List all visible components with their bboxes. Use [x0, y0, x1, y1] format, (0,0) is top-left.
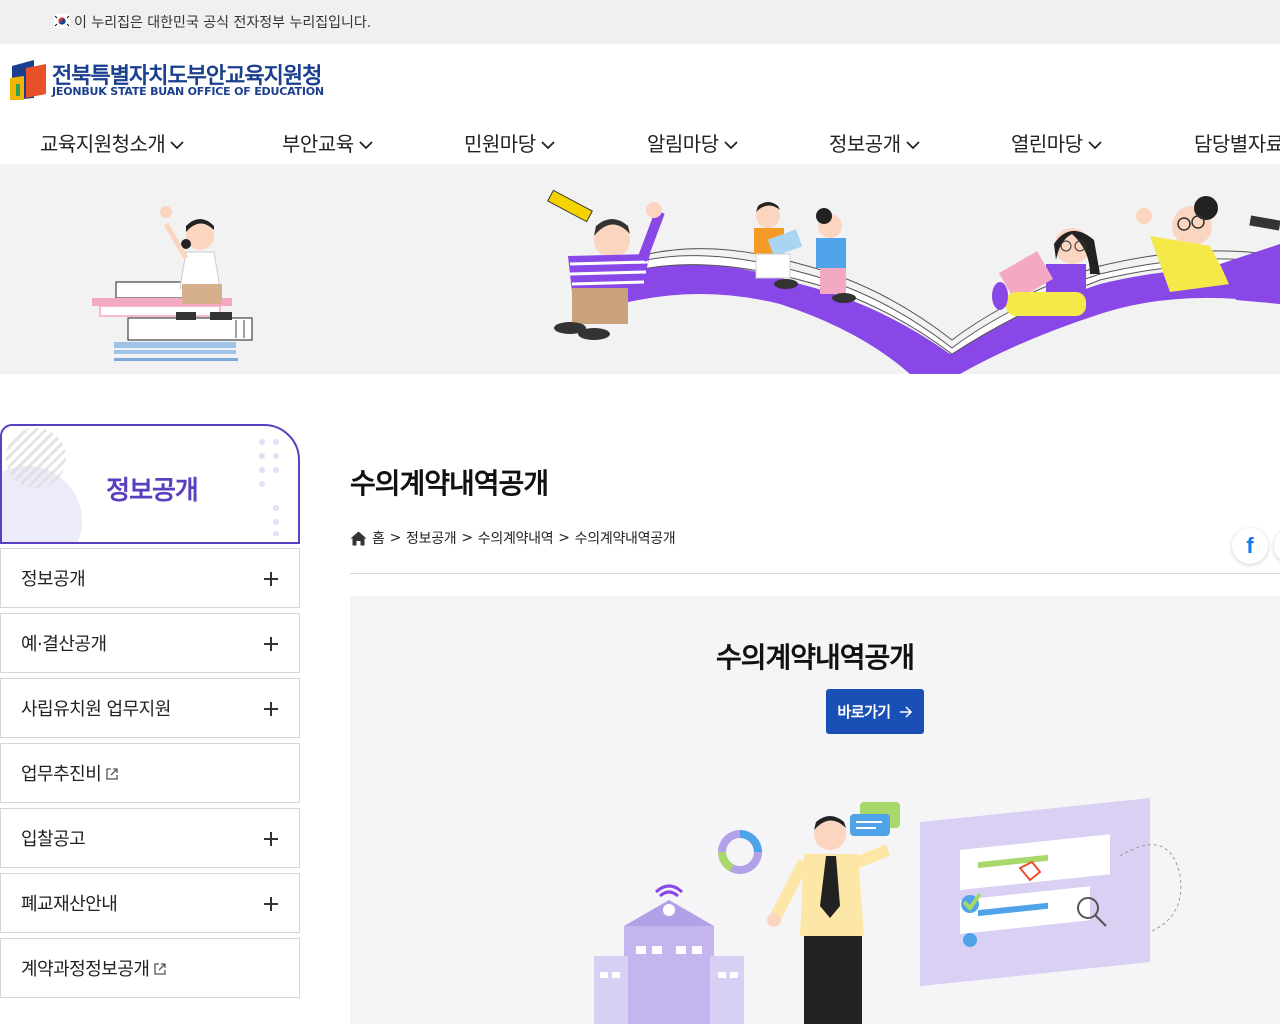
plus-icon	[264, 637, 278, 651]
side-item-business-expenses[interactable]: 업무추진비	[0, 743, 300, 803]
share-button[interactable]	[1274, 528, 1280, 564]
side-item-contract-process-disclosure[interactable]: 계약과정정보공개	[0, 938, 300, 998]
decorative-dots	[259, 439, 279, 536]
go-button-label: 바로가기	[837, 703, 891, 721]
breadcrumb-contract-history[interactable]: 수의계약내역	[478, 528, 554, 548]
side-item-bid-notice[interactable]: 입찰공고	[0, 808, 300, 868]
side-item-information-disclosure[interactable]: 정보공개	[0, 548, 300, 608]
arrow-right-icon	[899, 705, 912, 718]
side-menu-title-box: 정보공개	[0, 424, 300, 544]
side-item-label: 계약과정정보공개	[21, 959, 150, 980]
chevron-down-icon	[1087, 140, 1102, 149]
chevron-down-icon	[723, 140, 738, 149]
site-logo[interactable]: 전북특별자치도부안교육지원청 JEONBUK STATE BUAN OFFICE…	[8, 58, 328, 104]
gnb-item-label: 민원마당	[464, 132, 536, 156]
external-link-icon	[154, 963, 167, 975]
side-item-label: 예·결산공개	[21, 634, 107, 655]
breadcrumb: 홈 > 정보공개 > 수의계약내역 > 수의계약내역공개	[350, 528, 676, 548]
breadcrumb-home[interactable]: 홈	[372, 528, 385, 548]
page-title: 수의계약내역공개	[350, 467, 549, 500]
gnb-item-label: 알림마당	[647, 132, 719, 156]
sub-visual-banner	[0, 164, 1280, 374]
gnb-item-label: 교육지원청소개	[40, 132, 166, 156]
home-icon[interactable]	[350, 531, 367, 546]
main-navigation: 교육지원청소개 부안교육 민원마당 알림마당 정보공개 열린마당 담당별자료	[0, 128, 1280, 162]
content-box: 수의계약내역공개 바로가기	[350, 596, 1280, 1024]
plus-icon	[264, 572, 278, 586]
breadcrumb-information-disclosure[interactable]: 정보공개	[406, 528, 457, 548]
side-item-closed-school-property[interactable]: 폐교재산안내	[0, 873, 300, 933]
side-item-label: 정보공개	[21, 569, 86, 590]
logo-english-name: JEONBUK STATE BUAN OFFICE OF EDUCATION	[52, 85, 324, 98]
plus-icon	[264, 832, 278, 846]
gov-banner-text[interactable]: 이 누리집은 대한민국 공식 전자정부 누리집입니다.	[74, 12, 371, 32]
gnb-item-label: 부안교육	[282, 132, 354, 156]
businessman-illustration	[767, 816, 891, 1024]
side-item-budget-settlement[interactable]: 예·결산공개	[0, 613, 300, 673]
plus-icon	[264, 702, 278, 716]
facebook-icon: f	[1246, 533, 1254, 558]
breadcrumb-separator: >	[461, 530, 473, 546]
side-item-label: 입찰공고	[21, 829, 86, 850]
side-item-private-kindergarten[interactable]: 사립유치원 업무지원	[0, 678, 300, 738]
side-item-label: 폐교재산안내	[21, 894, 118, 915]
korea-flag-icon	[54, 14, 70, 28]
content-box-title: 수의계약내역공개	[715, 641, 915, 674]
students-on-books-illustration	[92, 189, 1280, 374]
donut-chart-illustration	[718, 830, 762, 874]
gnb-item-information-disclosure[interactable]: 정보공개	[829, 128, 921, 157]
gnb-item-open-forum[interactable]: 열린마당	[1011, 128, 1103, 157]
plus-icon	[264, 897, 278, 911]
chat-bubble-icon	[850, 802, 900, 836]
logo-mark-icon	[10, 60, 46, 100]
side-item-label: 업무추진비	[21, 764, 102, 785]
breadcrumb-separator: >	[389, 530, 402, 546]
gov-banner: 이 누리집은 대한민국 공식 전자정부 누리집입니다.	[0, 0, 1280, 44]
gnb-item-notice[interactable]: 알림마당	[647, 128, 739, 157]
school-building-illustration	[594, 884, 744, 1024]
information-disclosure-illustration	[594, 797, 1182, 1024]
girl-reading-illustration	[992, 228, 1100, 316]
boy-with-pencil-illustration	[547, 189, 665, 340]
breadcrumb-current: 수의계약내역공개	[574, 531, 676, 547]
external-link-icon	[106, 768, 118, 780]
book-stack-illustration	[92, 206, 253, 361]
gnb-item-buan-education[interactable]: 부안교육	[282, 128, 374, 157]
content-divider	[350, 573, 1280, 574]
side-item-label: 사립유치원 업무지원	[21, 699, 171, 720]
gnb-item-civil-service[interactable]: 민원마당	[464, 128, 556, 157]
gnb-item-label: 정보공개	[829, 132, 901, 156]
facebook-share-button[interactable]: f	[1232, 528, 1268, 564]
chevron-down-icon	[170, 140, 184, 149]
gnb-item-department-data[interactable]: 담당별자료	[1194, 128, 1280, 157]
breadcrumb-separator: >	[558, 530, 570, 546]
chevron-down-icon	[540, 140, 555, 149]
gnb-item-label: 담당별자료	[1194, 132, 1280, 156]
gnb-item-intro[interactable]: 교육지원청소개	[40, 128, 185, 157]
chevron-down-icon	[358, 140, 373, 149]
go-button[interactable]: 바로가기	[826, 689, 924, 734]
dashboard-screen-illustration	[920, 797, 1182, 987]
chevron-down-icon	[905, 140, 920, 149]
gnb-item-label: 열린마당	[1011, 132, 1083, 156]
